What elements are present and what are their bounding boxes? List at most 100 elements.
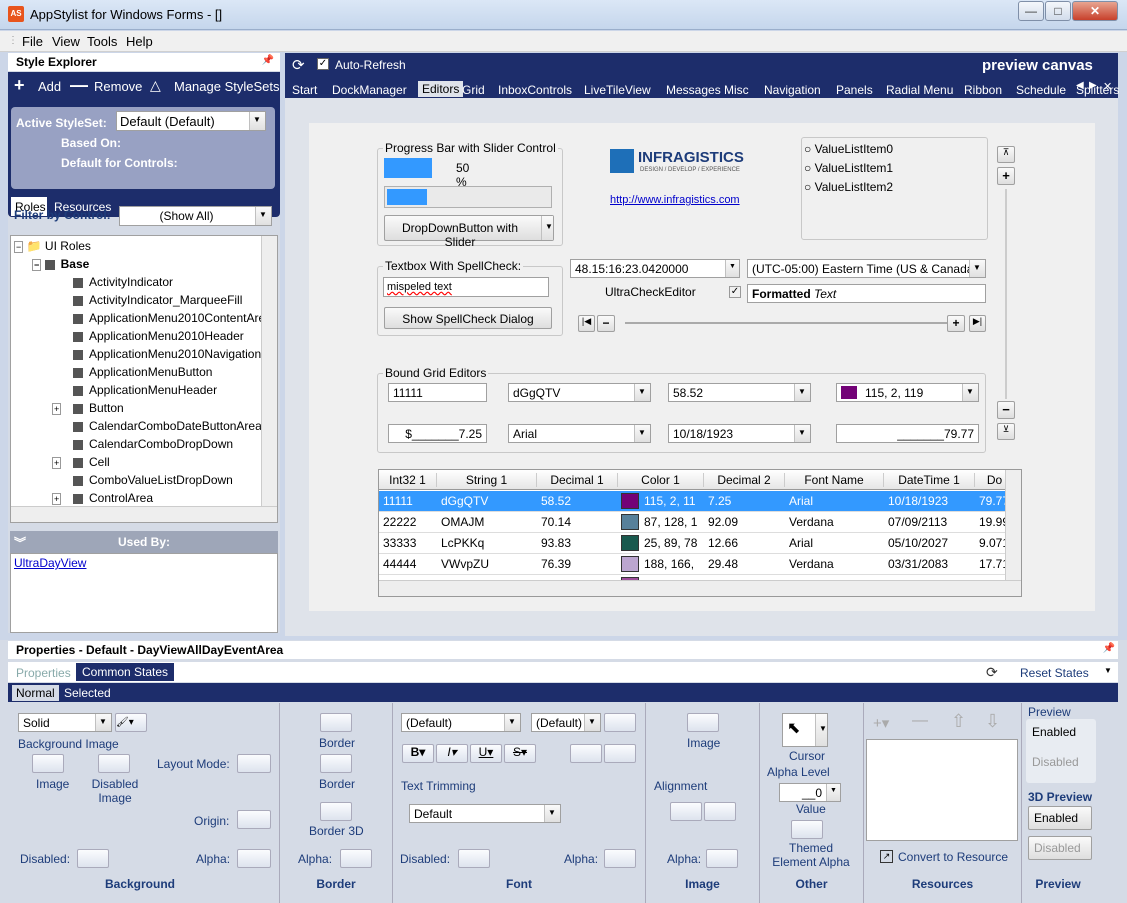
bound-font-editor[interactable]: Arial	[508, 424, 651, 443]
table-row[interactable]: 44444 VWvpZU 76.39 188, 166, 29.48 Verdana 03/…	[379, 554, 1009, 575]
tree-item[interactable]: ApplicationMenuButton	[53, 365, 212, 383]
tree-item[interactable]: CalendarComboDropDown	[53, 437, 233, 455]
table-cell[interactable]: 05/10/2027	[884, 536, 975, 550]
table-cell[interactable]: 58.52	[537, 494, 618, 508]
bound-decimal-editor[interactable]: 58.52	[668, 383, 811, 402]
font-disabled-button[interactable]	[458, 849, 490, 868]
tree-item[interactable]: ApplicationMenu2010Navigation	[53, 347, 261, 365]
vslider-bottom-button[interactable]: ⊻	[997, 423, 1015, 440]
font-color-button[interactable]	[604, 713, 636, 732]
tab-inboxcontrols[interactable]: InboxControls	[498, 83, 572, 97]
radio-icon[interactable]: ○	[804, 161, 811, 175]
spin-icon[interactable]	[826, 784, 840, 801]
chevron-down-icon[interactable]	[634, 384, 650, 401]
dropdown-button-slider[interactable]: DropDownButton with Slider	[384, 215, 554, 249]
expand-icon[interactable]: +	[52, 457, 62, 469]
tree-node-ui-roles[interactable]: − 📁 UI Roles	[14, 239, 91, 257]
tree-hscrollbar[interactable]	[11, 506, 277, 522]
resource-list[interactable]	[866, 739, 1018, 841]
column-header[interactable]: Int32 1	[379, 473, 437, 487]
column-header[interactable]: String 1	[437, 473, 537, 487]
refresh-icon[interactable]: ⟳	[292, 56, 305, 74]
table-cell[interactable]: dGgQTV	[437, 494, 537, 508]
used-by-link[interactable]: UltraDayView	[14, 556, 86, 570]
tab-ribbon[interactable]: Ribbon	[964, 83, 1002, 97]
tab-common-states[interactable]: Common States	[76, 663, 175, 681]
image-button[interactable]	[687, 713, 719, 732]
vslider-minus-button[interactable]: −	[997, 401, 1015, 419]
table-cell[interactable]: OMAJM	[437, 515, 537, 529]
menu-tools[interactable]: Tools	[87, 34, 117, 49]
bg-alpha-button[interactable]	[237, 849, 271, 868]
add-icon[interactable]: +	[14, 75, 25, 96]
grid-hscrollbar[interactable]	[379, 580, 1021, 596]
tab-scroll-left-icon[interactable]: ◀	[1076, 80, 1084, 91]
tree-vscrollbar[interactable]	[261, 236, 277, 506]
underline-button[interactable]: U▾	[470, 744, 502, 763]
active-styleset-select[interactable]: Default (Default)	[116, 111, 266, 131]
border-alpha-button[interactable]	[340, 849, 372, 868]
collapse-chevron-icon[interactable]: ︾	[14, 534, 26, 551]
chevron-down-icon[interactable]	[962, 384, 978, 401]
bg-disabled-button[interactable]	[77, 849, 109, 868]
remove-resource-icon[interactable]: —	[912, 712, 928, 730]
tree-item[interactable]: ApplicationMenu2010Header	[53, 329, 244, 347]
tree-item[interactable]: ApplicationMenuHeader	[53, 383, 217, 401]
reset-icon[interactable]: ⟳	[986, 664, 998, 681]
tree-item[interactable]: ApplicationMenu2010ContentAre	[53, 311, 265, 329]
background-style-select[interactable]: Solid	[18, 713, 112, 732]
remove-icon[interactable]: —	[70, 75, 88, 96]
convert-resource-icon[interactable]: ↗	[880, 850, 893, 863]
hslider-first-button[interactable]: |◀	[578, 315, 595, 332]
bound-string-editor[interactable]: dGgQTV	[508, 383, 651, 402]
tab-panels[interactable]: Panels	[836, 83, 873, 97]
tab-schedule[interactable]: Schedule	[1016, 83, 1066, 97]
expand-icon[interactable]: +	[52, 493, 62, 505]
bound-color-editor[interactable]: 115, 2, 119	[836, 383, 979, 402]
column-header[interactable]: Decimal 2	[704, 473, 785, 487]
radio-icon[interactable]: ○	[804, 180, 811, 194]
value-list-item[interactable]: ○ ValueListItem1	[804, 161, 893, 175]
chevron-down-icon[interactable]	[584, 714, 600, 731]
menu-help[interactable]: Help	[126, 34, 153, 49]
table-cell[interactable]: 33333	[379, 536, 437, 550]
hslider-track[interactable]	[625, 322, 952, 324]
table-cell[interactable]: 12.66	[704, 536, 785, 550]
column-header[interactable]: Color 1	[618, 473, 704, 487]
tab-navigation[interactable]: Navigation	[764, 83, 821, 97]
bold-button[interactable]: B▾	[402, 744, 434, 763]
tab-selected[interactable]: Selected	[64, 686, 111, 700]
bound-int-editor[interactable]: 11111	[388, 383, 487, 402]
expand-icon[interactable]: +	[52, 403, 62, 415]
slider-track[interactable]	[384, 186, 552, 208]
radio-icon[interactable]: ○	[804, 142, 811, 156]
timespan-editor[interactable]: 48.15:16:23.0420000	[570, 259, 740, 278]
collapse-icon[interactable]: −	[32, 259, 42, 271]
table-cell[interactable]: 44444	[379, 557, 437, 571]
font-name-select[interactable]: (Default)	[401, 713, 521, 732]
table-cell[interactable]: 11111	[379, 494, 437, 508]
image-picker-button[interactable]	[32, 754, 64, 773]
add-button[interactable]: Add	[38, 79, 61, 94]
hslider-minus-button[interactable]: −	[597, 315, 615, 332]
disabled-image-picker-button[interactable]	[98, 754, 130, 773]
minimize-button[interactable]: —	[1018, 1, 1044, 21]
hslider-plus-button[interactable]: +	[947, 315, 965, 332]
tree-item[interactable]: ComboValueListDropDown	[53, 473, 233, 491]
border2-button[interactable]	[320, 754, 352, 773]
close-tab-icon[interactable]: ✕	[1103, 80, 1112, 93]
infragistics-link[interactable]: http://www.infragistics.com	[610, 194, 740, 206]
tab-livetileview[interactable]: LiveTileView	[584, 83, 651, 97]
convert-resource-button[interactable]: Convert to Resource	[898, 850, 1008, 864]
add-resource-icon[interactable]: +▾	[873, 714, 889, 732]
font-size-select[interactable]: (Default)	[531, 713, 601, 732]
check-editor-checkbox[interactable]: ✓	[729, 286, 741, 298]
column-header[interactable]: Font Name	[785, 473, 884, 487]
formatted-text-editor[interactable]: Formatted Text	[747, 284, 986, 303]
table-cell[interactable]: LcPKKq	[437, 536, 537, 550]
move-up-icon[interactable]: ⇧	[951, 711, 966, 732]
slider-thumb[interactable]	[387, 189, 427, 205]
italic-button[interactable]: I▾	[436, 744, 468, 763]
chevron-down-icon[interactable]	[794, 384, 810, 401]
origin-button[interactable]	[237, 810, 271, 829]
